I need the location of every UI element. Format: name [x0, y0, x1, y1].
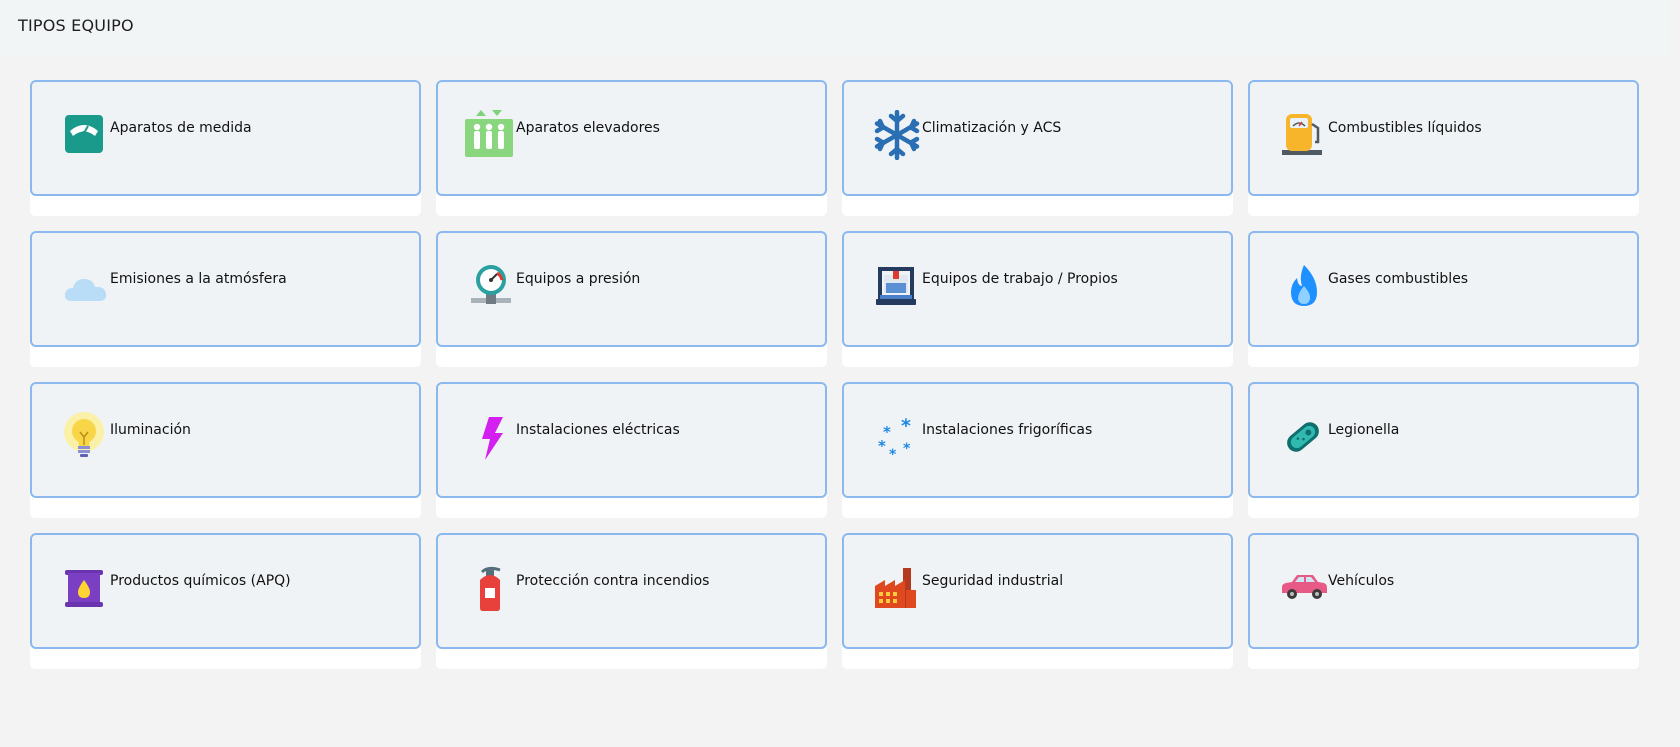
card-wrapper: Gases combustibles — [1248, 231, 1639, 367]
svg-text:*: * — [903, 441, 911, 457]
cloud-icon — [64, 275, 114, 325]
3d-printer-icon — [876, 263, 926, 313]
card-label: Protección contra incendios — [516, 573, 710, 589]
card-seguridad-industrial[interactable]: Seguridad industrial — [842, 533, 1233, 649]
card-label: Equipos a presión — [516, 271, 641, 287]
card-wrapper: Climatización y ACS — [842, 80, 1233, 216]
card-wrapper: Legionella — [1248, 382, 1639, 518]
chemical-barrel-icon — [65, 568, 115, 618]
snowflakes-icon: * * * * * — [877, 417, 927, 467]
bacteria-icon — [1283, 417, 1333, 467]
card-label: Combustibles líquidos — [1328, 120, 1482, 136]
card-legionella[interactable]: Legionella — [1248, 382, 1639, 498]
card-wrapper: Combustibles líquidos — [1248, 80, 1639, 216]
card-iluminacion[interactable]: Iluminación — [30, 382, 421, 498]
card-label: Instalaciones frigoríficas — [922, 422, 1093, 438]
card-label: Iluminación — [110, 422, 191, 438]
card-gases-combustibles[interactable]: Gases combustibles — [1248, 231, 1639, 347]
card-aparatos-de-medida[interactable]: Aparatos de medida — [30, 80, 421, 196]
card-combustibles-liquidos[interactable]: Combustibles líquidos — [1248, 80, 1639, 196]
card-label: Equipos de trabajo / Propios — [922, 271, 1118, 287]
card-equipos-a-presion[interactable]: Equipos a presión — [436, 231, 827, 347]
card-instalaciones-frigorificas[interactable]: * * * * * Instalaciones frigoríficas — [842, 382, 1233, 498]
card-label: Gases combustibles — [1328, 271, 1469, 287]
card-label: Aparatos de medida — [110, 120, 252, 136]
card-label: Climatización y ACS — [922, 120, 1062, 136]
lightbulb-icon — [62, 412, 112, 462]
card-aparatos-elevadores[interactable]: Aparatos elevadores — [436, 80, 827, 196]
card-label: Vehículos — [1328, 573, 1395, 589]
card-instalaciones-electricas[interactable]: Instalaciones eléctricas — [436, 382, 827, 498]
card-equipos-de-trabajo-propios[interactable]: Equipos de trabajo / Propios — [842, 231, 1233, 347]
card-wrapper: Aparatos elevadores — [436, 80, 827, 216]
svg-text:*: * — [878, 437, 886, 455]
card-wrapper: * * * * * Instalaciones frigoríficas — [842, 382, 1233, 518]
card-wrapper: Equipos a presión — [436, 231, 827, 367]
card-productos-quimicos-apq[interactable]: Productos químicos (APQ) — [30, 533, 421, 649]
card-wrapper: Protección contra incendios — [436, 533, 827, 669]
factory-icon — [875, 566, 925, 616]
pressure-gauge-icon — [471, 264, 521, 314]
card-wrapper: Productos químicos (APQ) — [30, 533, 421, 669]
car-icon — [1280, 573, 1330, 623]
card-vehiculos[interactable]: Vehículos — [1248, 533, 1639, 649]
page-header: TIPOS EQUIPO — [0, 0, 1668, 57]
svg-text:*: * — [901, 417, 911, 437]
card-proteccion-contra-incendios[interactable]: Protección contra incendios — [436, 533, 827, 649]
card-label: Instalaciones eléctricas — [516, 422, 680, 438]
card-label: Aparatos elevadores — [516, 120, 660, 136]
fuel-pump-icon — [1282, 112, 1332, 162]
card-label: Legionella — [1328, 422, 1400, 438]
card-label: Emisiones a la atmósfera — [110, 271, 287, 287]
card-wrapper: Instalaciones eléctricas — [436, 382, 827, 518]
card-label: Seguridad industrial — [922, 573, 1064, 589]
card-wrapper: Aparatos de medida — [30, 80, 421, 216]
card-wrapper: Equipos de trabajo / Propios — [842, 231, 1233, 367]
elevator-icon — [464, 108, 514, 158]
card-emisiones-a-la-atmosfera[interactable]: Emisiones a la atmósfera — [30, 231, 421, 347]
card-climatizacion-y-acs[interactable]: Climatización y ACS — [842, 80, 1233, 196]
card-wrapper: Vehículos — [1248, 533, 1639, 669]
card-label: Productos químicos (APQ) — [110, 573, 291, 589]
svg-text:*: * — [889, 447, 897, 461]
card-wrapper: Emisiones a la atmósfera — [30, 231, 421, 367]
page-title: TIPOS EQUIPO — [18, 16, 134, 35]
scale-icon — [65, 115, 115, 165]
card-wrapper: Iluminación — [30, 382, 421, 518]
card-wrapper: Seguridad industrial — [842, 533, 1233, 669]
equipment-type-grid: Aparatos de medida Aparatos elevadores C… — [30, 80, 1639, 669]
snowflake-icon — [872, 110, 922, 160]
